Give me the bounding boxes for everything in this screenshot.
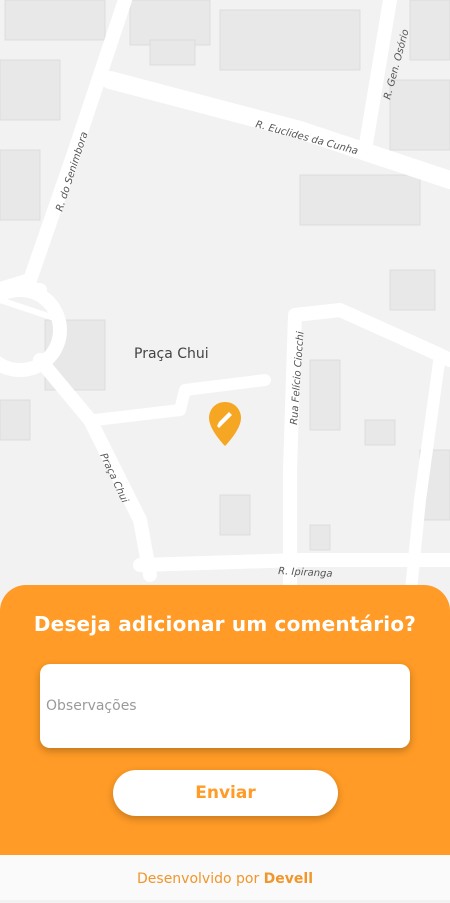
map-view[interactable]: R. Euclides da Cunha R. Gen. Osório R. d… bbox=[0, 0, 450, 600]
footer: Desenvolvido por Devell bbox=[0, 855, 450, 900]
map-pin-icon[interactable] bbox=[207, 400, 243, 450]
send-button[interactable]: Enviar bbox=[113, 770, 338, 816]
observations-input[interactable] bbox=[40, 664, 410, 748]
map-canvas: R. Euclides da Cunha R. Gen. Osório R. d… bbox=[0, 0, 450, 600]
footer-brand: Devell bbox=[263, 871, 313, 887]
place-label: Praça Chui bbox=[134, 346, 209, 362]
comment-sheet: Deseja adicionar um comentário? Enviar bbox=[0, 585, 450, 855]
footer-prefix: Desenvolvido por bbox=[137, 871, 264, 887]
sheet-title: Deseja adicionar um comentário? bbox=[33, 612, 417, 636]
